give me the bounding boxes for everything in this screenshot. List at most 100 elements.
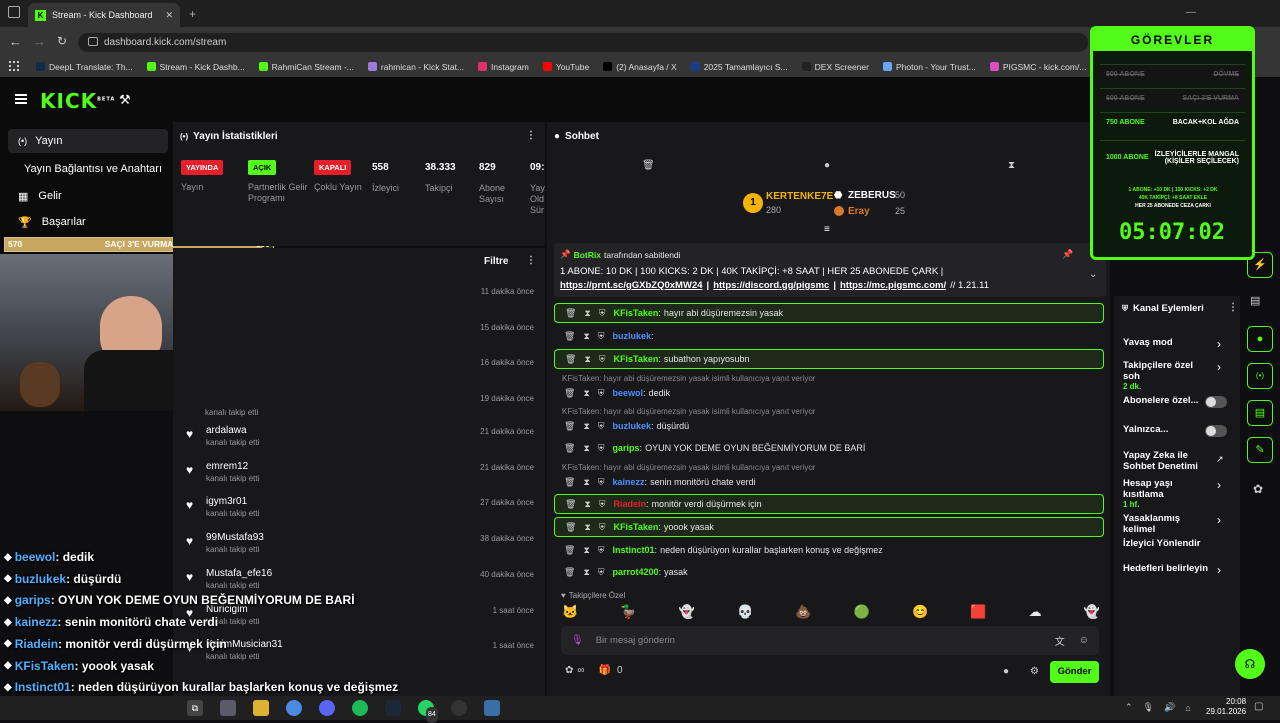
task-view-icon[interactable]: ⧉ <box>187 700 203 716</box>
toggle-switch[interactable] <box>1205 425 1227 437</box>
ban-icon[interactable]: ⛨ <box>598 545 605 556</box>
menu-icon[interactable] <box>15 94 27 104</box>
app-icon[interactable] <box>484 700 500 716</box>
nav-item-stream-key[interactable]: Yayın Bağlantısı ve Anahtarı <box>8 157 168 181</box>
unpin-icon[interactable]: 📌 <box>1062 249 1073 260</box>
chat-username[interactable]: beewol <box>613 388 644 398</box>
tab-grid-icon[interactable] <box>8 6 20 18</box>
timeout-icon[interactable]: ⧗ <box>584 308 590 319</box>
mic-tray-icon[interactable]: 🎙 <box>1143 702 1154 713</box>
external-link-icon[interactable]: ↗ <box>1216 454 1224 465</box>
url-field[interactable]: dashboard.kick.com/stream <box>78 33 1088 52</box>
volume-icon[interactable]: 🔊 <box>1164 702 1175 713</box>
filter-button[interactable]: Filtre <box>484 256 508 267</box>
chat-message[interactable]: 🗑 ⧗ ⛨ Riadein : monitör verdi düşürmek i… <box>554 494 1104 514</box>
gift-icon[interactable]: 🎁 <box>599 665 611 676</box>
clock[interactable]: 20:08 29.01.2026 <box>1206 697 1246 717</box>
chat-message[interactable]: 🗑 ⧗ ⛨ kainezz : senin monitörü chate ver… <box>554 472 1104 492</box>
chat-settings-bubble-icon[interactable]: ● <box>1003 666 1009 677</box>
bookmark-item[interactable]: RahmiCan Stream -... <box>258 62 354 72</box>
site-info-icon[interactable] <box>88 37 98 46</box>
obs-icon[interactable] <box>451 700 467 716</box>
chat-message[interactable]: 🗑 ⧗ ⛨ buzlukek : düşürdü <box>554 416 1104 436</box>
delete-message-icon[interactable]: 🗑 <box>565 354 576 365</box>
ban-icon[interactable]: ⛨ <box>598 331 605 342</box>
minimize-icon[interactable]: — <box>1186 7 1196 18</box>
ban-icon[interactable]: ⛨ <box>598 443 605 454</box>
headset-help-button[interactable]: ☊ <box>1235 649 1265 679</box>
back-icon[interactable]: ← <box>9 34 22 49</box>
forward-icon[interactable]: → <box>33 34 46 49</box>
nav-item-basarilar[interactable]: 🏆 Başarılar <box>8 210 168 234</box>
bookmark-item[interactable]: Stream - Kick Dashb... <box>146 62 245 72</box>
ban-icon[interactable]: ⛨ <box>599 499 606 510</box>
whatsapp-icon[interactable]: 84 <box>418 700 438 723</box>
toggle-switch[interactable] <box>1205 396 1227 408</box>
kicks-icon[interactable]: ✿ <box>565 665 573 676</box>
chat-icon[interactable]: ● <box>824 160 830 171</box>
bookmark-item[interactable]: 2025 Tamamlayıcı S... <box>690 62 788 72</box>
bookmark-item[interactable]: Photon - Your Trust... <box>882 62 976 72</box>
reload-icon[interactable]: ↻ <box>57 34 67 48</box>
timeout-icon[interactable]: ⧗ <box>583 421 589 432</box>
chat-username[interactable]: KFisTaken <box>614 522 659 532</box>
ban-icon[interactable]: ⛨ <box>598 567 605 578</box>
delete-message-icon[interactable]: 🗑 <box>564 443 575 454</box>
send-button[interactable]: Gönder <box>1050 661 1099 683</box>
bookmark-item[interactable]: (2) Anasayfa / X <box>603 62 677 72</box>
delete-message-icon[interactable]: 🗑 <box>564 331 575 342</box>
stats-more-icon[interactable]: ⋮ <box>526 130 536 141</box>
chevron-right-icon[interactable]: › <box>1217 360 1221 374</box>
channel-action-item[interactable]: Yasaklanmış kelimel <box>1123 513 1211 535</box>
browser-tab[interactable]: K Stream - Kick Dashboard ✕ <box>28 3 180 27</box>
timeout-icon[interactable]: ⧗ <box>584 499 590 510</box>
channel-action-item[interactable]: Yapay Zeka ile Sohbet Denetimi <box>1123 450 1211 472</box>
pinned-link-1[interactable]: https://prnt.sc/gGXbZQ0xMW24 <box>560 280 703 291</box>
discord-icon[interactable] <box>319 700 335 716</box>
emote-icon[interactable]: 🐱 <box>562 604 578 620</box>
chrome-icon[interactable] <box>286 700 302 716</box>
timeout-icon[interactable]: ⧗ <box>583 388 589 399</box>
pinned-link-3[interactable]: https://mc.pigsmc.com/ <box>840 280 946 291</box>
delete-message-icon[interactable]: 🗑 <box>564 567 575 578</box>
channel-action-item[interactable]: Yavaş mod <box>1123 337 1211 348</box>
channel-action-item[interactable]: Hesap yaşı kısıtlama 1 hf. <box>1123 478 1211 509</box>
delete-message-icon[interactable]: 🗑 <box>564 477 575 488</box>
chat-username[interactable]: KFisTaken <box>614 308 659 318</box>
chat-username[interactable]: buzlukek <box>613 421 652 431</box>
channel-action-item[interactable]: İzleyici Yönlendir <box>1123 538 1211 549</box>
spotify-icon[interactable] <box>352 700 368 716</box>
collapse-pin-icon[interactable]: ⌄ <box>1089 269 1097 280</box>
trash-icon[interactable]: 🗑 <box>642 160 655 171</box>
bookmark-item[interactable]: PIGSMC - kick.com/... <box>989 62 1086 72</box>
chat-side-button[interactable]: ● <box>1247 326 1273 352</box>
emote-icon[interactable]: 🟢 <box>854 604 870 620</box>
pinned-link-2[interactable]: https://discord.gg/pigsmc <box>713 280 829 291</box>
channel-action-item[interactable]: Abonelere özel... <box>1123 395 1211 406</box>
channel-actions-more-icon[interactable]: ⋮ <box>1228 302 1238 313</box>
chat-message[interactable]: 🗑 ⧗ ⛨ KFisTaken : hayır abi düşüremezsin… <box>554 303 1104 323</box>
emote-icon[interactable]: 💩 <box>795 604 811 620</box>
channel-action-item[interactable]: Takipçilere özel soh 2 dk. <box>1123 360 1211 391</box>
chat-username[interactable]: garips <box>613 443 640 453</box>
panel-icon[interactable]: ▤ <box>1250 294 1260 307</box>
timeout-icon[interactable]: ⧗ <box>584 354 590 365</box>
timeout-icon[interactable]: ⧗ <box>583 477 589 488</box>
chat-username[interactable]: parrot4200 <box>613 567 659 577</box>
channel-action-item[interactable]: Yalnızca... <box>1123 424 1211 435</box>
emote-icon[interactable]: ☁ <box>1029 604 1042 620</box>
chat-message[interactable]: 🗑 ⧗ ⛨ Instinct01 : neden düşürüyon kural… <box>554 540 1104 560</box>
chat-input[interactable]: 🎙 Bir mesaj gönderin 文 ☺ <box>561 626 1099 655</box>
bookmark-item[interactable]: rahmican - Kick Stat... <box>367 62 464 72</box>
delete-message-icon[interactable]: 🗑 <box>564 545 575 556</box>
emote-icon[interactable]: 😊 <box>912 604 928 620</box>
timeout-icon[interactable]: ⧗ <box>583 545 589 556</box>
ban-icon[interactable]: ⛨ <box>599 522 606 533</box>
chat-username[interactable]: buzlukek <box>613 331 652 341</box>
chat-message[interactable]: 🗑 ⧗ ⛨ parrot4200 : yasak <box>554 562 1104 582</box>
ban-icon[interactable]: ⛨ <box>598 421 605 432</box>
chat-message[interactable]: 🗑 ⧗ ⛨ KFisTaken : subathon yapıyosubn <box>554 349 1104 369</box>
chat-username[interactable]: Instinct01 <box>613 545 655 555</box>
translate-icon[interactable]: 文 <box>1055 633 1065 648</box>
chevron-right-icon[interactable]: › <box>1217 513 1221 527</box>
